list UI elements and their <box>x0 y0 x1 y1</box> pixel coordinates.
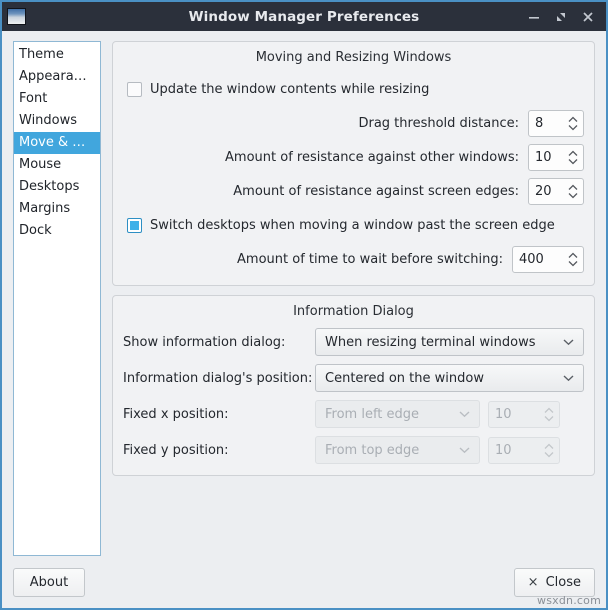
resistance-edges-stepper[interactable]: 20 <box>528 177 584 205</box>
fixed-x-row: From left edge 10 <box>315 400 584 428</box>
spinner-arrows-icon[interactable] <box>567 252 579 267</box>
fixed-y-stepper: 10 <box>488 436 560 464</box>
fixed-y-label: Fixed y position: <box>123 442 229 458</box>
resistance-edges-row: Amount of resistance against screen edge… <box>123 176 584 206</box>
settings-content: Moving and Resizing Windows Update the w… <box>112 41 595 556</box>
wait-time-label: Amount of time to wait before switching: <box>237 251 503 267</box>
spinner-arrows-icon[interactable] <box>567 150 579 165</box>
sidebar-item-windows[interactable]: Windows <box>14 110 100 132</box>
show-dialog-value: When resizing terminal windows <box>325 334 536 350</box>
show-dialog-select[interactable]: When resizing terminal windows <box>315 328 584 356</box>
about-button-label: About <box>29 574 69 590</box>
close-button-label: Close <box>545 574 581 590</box>
sidebar-item-theme[interactable]: Theme <box>14 44 100 66</box>
title-bar[interactable]: Window Manager Preferences <box>2 2 606 31</box>
resistance-windows-label: Amount of resistance against other windo… <box>225 149 519 165</box>
fixed-x-value: From left edge <box>325 406 420 422</box>
moving-resizing-group: Moving and Resizing Windows Update the w… <box>112 41 595 286</box>
resistance-windows-stepper[interactable]: 10 <box>528 143 584 171</box>
wait-time-value: 400 <box>519 251 544 267</box>
chevron-down-icon <box>562 335 575 350</box>
chevron-down-icon <box>458 407 471 422</box>
drag-threshold-label: Drag threshold distance: <box>358 115 519 131</box>
update-contents-row[interactable]: Update the window contents while resizin… <box>123 74 584 104</box>
resistance-edges-value: 20 <box>535 183 552 199</box>
sidebar-item-appearance[interactable]: Appeara… <box>14 66 100 88</box>
chevron-down-icon <box>562 371 575 386</box>
window-manager-preferences-window: Window Manager Preferences Theme Appeara… <box>0 0 608 610</box>
spinner-arrows-icon <box>543 407 555 422</box>
dialog-position-label: Information dialog's position: <box>123 370 313 386</box>
fixed-y-row: From top edge 10 <box>315 436 584 464</box>
information-dialog-group-title: Information Dialog <box>293 304 414 319</box>
information-dialog-group: Information Dialog Show information dial… <box>112 295 595 476</box>
spinner-arrows-icon[interactable] <box>567 184 579 199</box>
update-contents-checkbox[interactable] <box>127 81 142 97</box>
resistance-edges-label: Amount of resistance against screen edge… <box>233 183 519 199</box>
dialog-footer: About × Close wsxdn.com <box>2 556 606 608</box>
maximize-icon[interactable] <box>554 10 568 24</box>
spinner-arrows-icon[interactable] <box>567 116 579 131</box>
watermark: wsxdn.com <box>537 594 601 607</box>
close-icon[interactable] <box>581 10 595 24</box>
dialog-body: Theme Appeara… Font Windows Move & … Mou… <box>2 31 606 556</box>
switch-desktops-label: Switch desktops when moving a window pas… <box>150 217 555 233</box>
wait-time-row: Amount of time to wait before switching:… <box>123 244 584 274</box>
fixed-x-number: 10 <box>495 406 512 422</box>
dialog-position-select[interactable]: Centered on the window <box>315 364 584 392</box>
moving-resizing-group-title: Moving and Resizing Windows <box>255 50 452 65</box>
sidebar-item-mouse[interactable]: Mouse <box>14 154 100 176</box>
category-list[interactable]: Theme Appeara… Font Windows Move & … Mou… <box>13 41 101 556</box>
window-controls <box>527 10 600 24</box>
sidebar-item-font[interactable]: Font <box>14 88 100 110</box>
dialog-position-value: Centered on the window <box>325 370 484 386</box>
wait-time-stepper[interactable]: 400 <box>512 245 584 273</box>
window-title: Window Manager Preferences <box>188 8 420 25</box>
spinner-arrows-icon <box>543 443 555 458</box>
minimize-icon[interactable] <box>527 10 541 24</box>
fixed-y-value: From top edge <box>325 442 420 458</box>
drag-threshold-stepper[interactable]: 8 <box>528 109 584 137</box>
information-dialog-grid: Show information dialog: When resizing t… <box>123 328 584 464</box>
about-button[interactable]: About <box>13 567 85 597</box>
close-button[interactable]: × Close <box>513 567 595 597</box>
chevron-down-icon <box>458 443 471 458</box>
close-x-icon: × <box>527 574 539 590</box>
switch-desktops-checkbox[interactable] <box>127 217 142 233</box>
fixed-x-select: From left edge <box>315 400 480 428</box>
sidebar-item-margins[interactable]: Margins <box>14 198 100 220</box>
drag-threshold-value: 8 <box>535 115 544 131</box>
sidebar-item-dock[interactable]: Dock <box>14 220 100 242</box>
update-contents-label: Update the window contents while resizin… <box>150 81 430 97</box>
resistance-windows-value: 10 <box>535 149 552 165</box>
window-icon <box>7 8 26 25</box>
resistance-windows-row: Amount of resistance against other windo… <box>123 142 584 172</box>
fixed-x-label: Fixed x position: <box>123 406 229 422</box>
drag-threshold-row: Drag threshold distance: 8 <box>123 108 584 138</box>
sidebar-item-desktops[interactable]: Desktops <box>14 176 100 198</box>
fixed-y-select: From top edge <box>315 436 480 464</box>
fixed-x-stepper: 10 <box>488 400 560 428</box>
show-dialog-label: Show information dialog: <box>123 334 286 350</box>
switch-desktops-row[interactable]: Switch desktops when moving a window pas… <box>123 210 584 240</box>
fixed-y-number: 10 <box>495 442 512 458</box>
sidebar-item-move-resize[interactable]: Move & … <box>14 132 100 154</box>
